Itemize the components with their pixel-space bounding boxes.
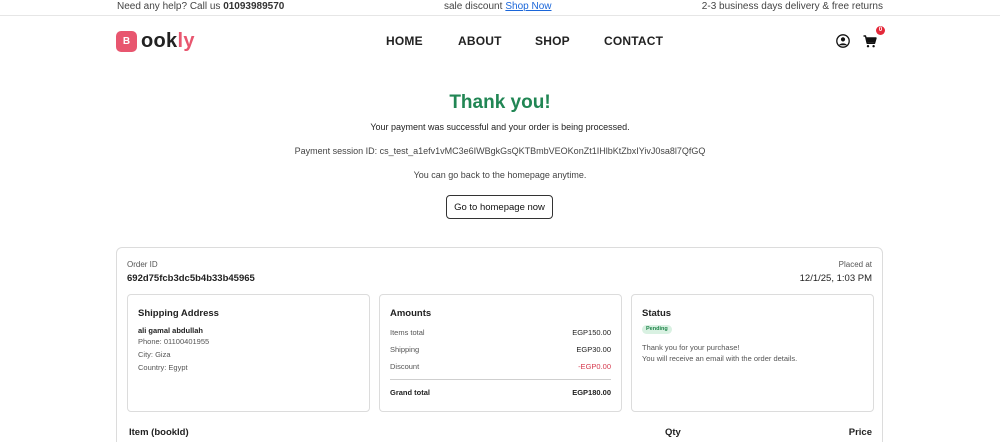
status-thanks-line: Thank you for your purchase! xyxy=(642,343,740,352)
cart-icon[interactable] xyxy=(863,35,877,48)
shipping-phone: Phone: 01100401955 xyxy=(138,337,210,346)
status-title: Status xyxy=(642,308,672,319)
delivery-info: 2-3 business days delivery & free return… xyxy=(701,1,883,12)
shop-now-link[interactable]: Shop Now xyxy=(505,1,551,12)
grand-total-row: Grand total EGP180.00 xyxy=(390,388,611,397)
shipping-value: EGP30.00 xyxy=(576,345,611,354)
items-table-header: Item (bookId) Qty Price xyxy=(127,425,872,442)
payment-session-id: Payment session ID: cs_test_a1efv1vMC3e6… xyxy=(294,146,706,156)
status-email-line: You will receive an email with the order… xyxy=(642,354,798,363)
payment-success-message: Your payment was successful and your ord… xyxy=(370,122,630,132)
amounts-title: Amounts xyxy=(390,308,432,319)
help-text: Need any help? Call us xyxy=(117,1,221,12)
go-home-button[interactable]: Go to homepage now xyxy=(446,195,553,219)
column-qty: Qty xyxy=(665,427,681,438)
status-badge: Pending xyxy=(642,325,672,334)
grand-total-label: Grand total xyxy=(390,388,431,397)
amounts-panel: Amounts Items total EGP150.00 Shipping E… xyxy=(379,294,622,412)
logo-mark: B xyxy=(116,30,137,52)
help-phone[interactable]: 01093989570 xyxy=(223,1,284,12)
order-summary-card: Order ID 692d75fcb3dc5b4b33b45965 Placed… xyxy=(116,247,883,442)
logo-text-dark: ook xyxy=(141,29,178,52)
logo-text-accent: ly xyxy=(177,29,195,52)
sale-banner: sale discount Shop Now xyxy=(444,1,552,12)
nav-home[interactable]: HOME xyxy=(386,34,423,48)
column-item: Item (bookId) xyxy=(129,427,189,438)
column-price: Price xyxy=(848,427,872,438)
discount-label: Discount xyxy=(390,362,420,371)
amounts-divider xyxy=(390,379,611,380)
shipping-label: Shipping xyxy=(390,345,420,354)
placed-at-value: 12/1/25, 1:03 PM xyxy=(799,273,872,284)
help-line: Need any help? Call us 01093989570 xyxy=(117,1,284,12)
discount-value: -EGP0.00 xyxy=(578,362,611,371)
top-announcement-bar: Need any help? Call us 01093989570 sale … xyxy=(0,0,1000,16)
status-panel: Status Pending Thank you for your purcha… xyxy=(631,294,874,412)
placed-at-label: Placed at xyxy=(838,260,872,269)
logo-wordmark: ookly xyxy=(141,30,195,53)
shipping-country: Country: Egypt xyxy=(138,363,188,372)
shipping-address-panel: Shipping Address ali gamal abdullah Phon… xyxy=(127,294,370,412)
shipping-title: Shipping Address xyxy=(138,308,219,319)
order-id-value: 692d75fcb3dc5b4b33b45965 xyxy=(127,273,255,284)
shipping-name: ali gamal abdullah xyxy=(138,326,204,335)
user-icon[interactable] xyxy=(836,34,850,48)
homepage-hint: You can go back to the homepage anytime. xyxy=(413,170,587,180)
items-total-value: EGP150.00 xyxy=(572,328,611,337)
nav-shop[interactable]: SHOP xyxy=(535,34,570,48)
items-total-label: Items total xyxy=(390,328,425,337)
shipping-row: Shipping EGP30.00 xyxy=(390,345,611,354)
cart-count-badge: 0 xyxy=(876,26,885,35)
items-total-row: Items total EGP150.00 xyxy=(390,328,611,337)
page-title: Thank you! xyxy=(449,92,551,113)
brand-logo[interactable]: B ookly xyxy=(116,30,195,52)
sale-text: sale discount xyxy=(444,1,503,12)
order-id-label: Order ID xyxy=(127,260,158,269)
grand-total-value: EGP180.00 xyxy=(572,388,611,397)
nav-contact[interactable]: CONTACT xyxy=(604,34,663,48)
shipping-city: City: Giza xyxy=(138,350,171,359)
nav-about[interactable]: ABOUT xyxy=(458,34,502,48)
discount-row: Discount -EGP0.00 xyxy=(390,362,611,371)
